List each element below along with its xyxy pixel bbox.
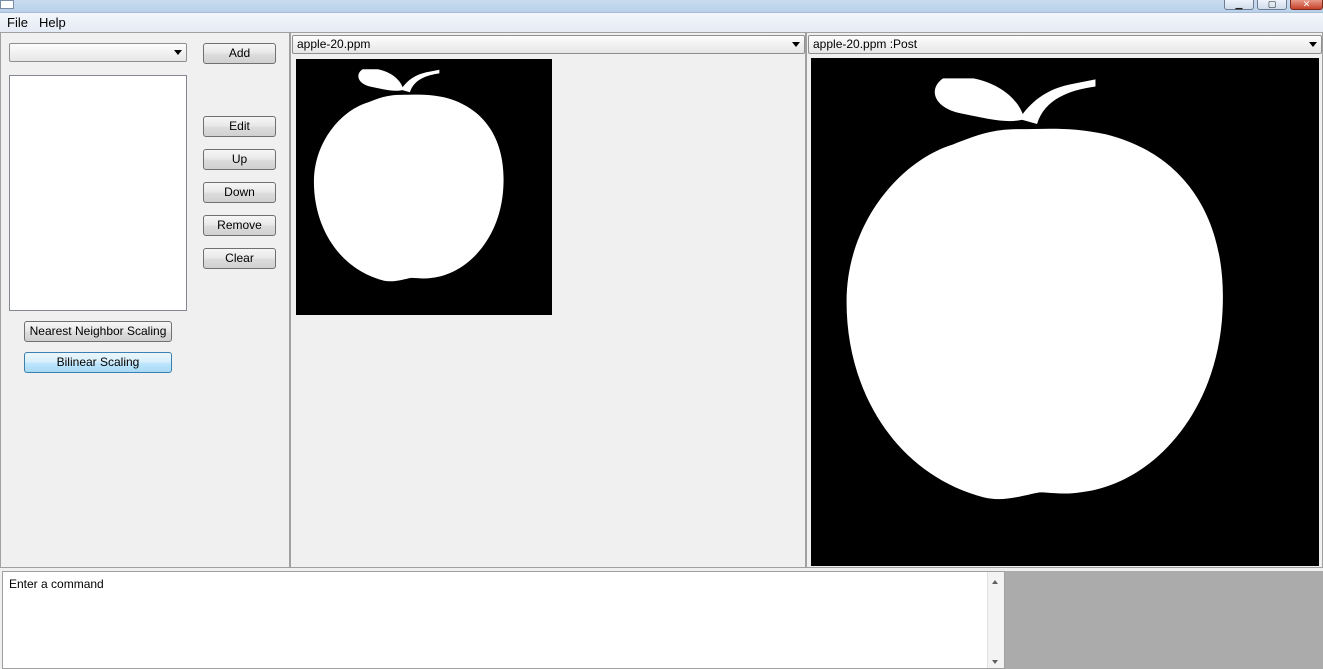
command-console[interactable]: Enter a command [2, 571, 1005, 669]
title-bar [0, 0, 1323, 13]
operation-select[interactable] [9, 43, 187, 62]
add-button[interactable]: Add [203, 43, 276, 64]
original-image [296, 59, 552, 315]
close-button[interactable]: ✕ [1290, 0, 1323, 10]
menu-help[interactable]: Help [39, 15, 66, 30]
result-image-select-value: apple-20.ppm :Post [813, 37, 918, 51]
clear-button[interactable]: Clear [203, 248, 276, 269]
bilinear-scaling-button[interactable]: Bilinear Scaling [24, 352, 172, 373]
menu-file[interactable]: File [7, 15, 28, 30]
edit-button[interactable]: Edit [203, 116, 276, 137]
maximize-button[interactable]: ▢ [1257, 0, 1287, 10]
down-button[interactable]: Down [203, 182, 276, 203]
menu-bar: File Help [0, 13, 1323, 32]
operation-list[interactable] [9, 75, 187, 311]
result-image-select[interactable]: apple-20.ppm :Post [808, 35, 1322, 54]
source-image-select[interactable]: apple-20.ppm [292, 35, 805, 54]
empty-area [1005, 571, 1323, 669]
minimize-button[interactable]: ▁ [1224, 0, 1254, 10]
console-scrollbar[interactable] [987, 572, 1004, 668]
apple-silhouette [313, 69, 504, 282]
scroll-down-icon[interactable] [992, 660, 998, 664]
source-image-select-value: apple-20.ppm [297, 37, 371, 51]
processed-image [811, 58, 1319, 566]
apple-silhouette [846, 78, 1223, 500]
app-icon [0, 0, 14, 9]
up-button[interactable]: Up [203, 149, 276, 170]
chevron-down-icon [1309, 42, 1317, 47]
nearest-neighbor-scaling-button[interactable]: Nearest Neighbor Scaling [24, 321, 172, 342]
scroll-up-icon[interactable] [992, 580, 998, 584]
remove-button[interactable]: Remove [203, 215, 276, 236]
chevron-down-icon [174, 50, 182, 55]
command-input-placeholder[interactable]: Enter a command [9, 577, 104, 591]
chevron-down-icon [792, 42, 800, 47]
